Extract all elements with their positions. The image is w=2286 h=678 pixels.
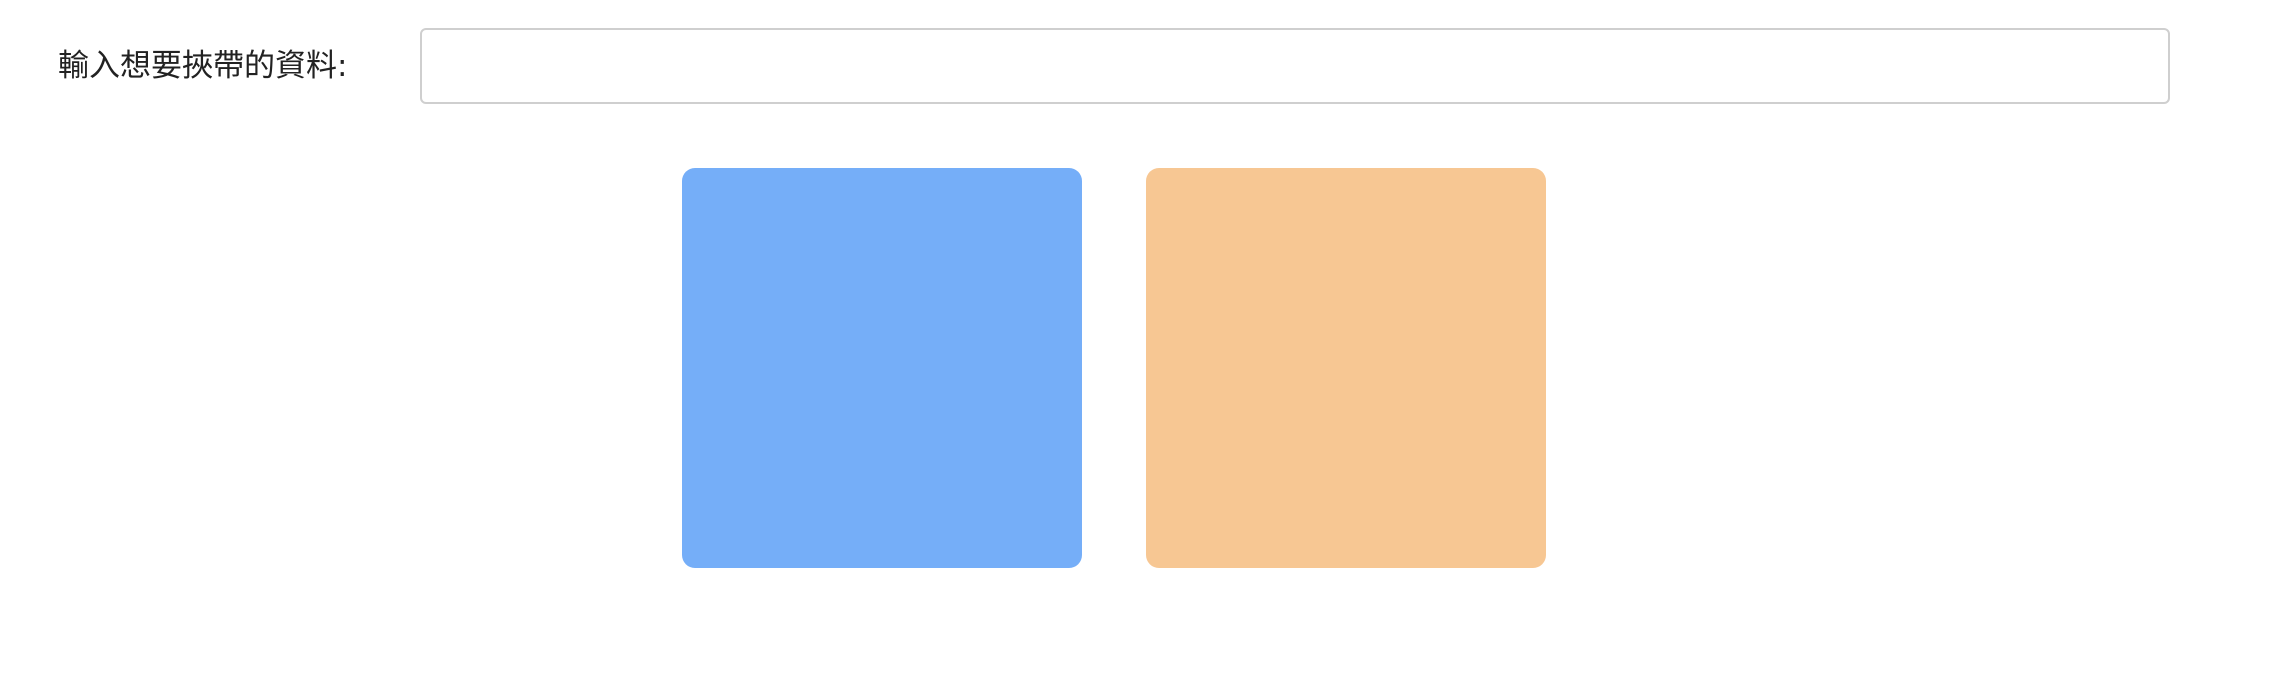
data-input-label: 輸入想要挾帶的資料: [58,48,348,84]
data-input-field[interactable] [420,28,2170,104]
orange-box[interactable] [1146,168,1546,568]
blue-box[interactable] [682,168,1082,568]
data-input-row: 輸入想要挾帶的資料: [58,28,2170,104]
page: { "form": { "label": "輸入想要挾帶的資料:", "inpu… [0,0,2286,678]
